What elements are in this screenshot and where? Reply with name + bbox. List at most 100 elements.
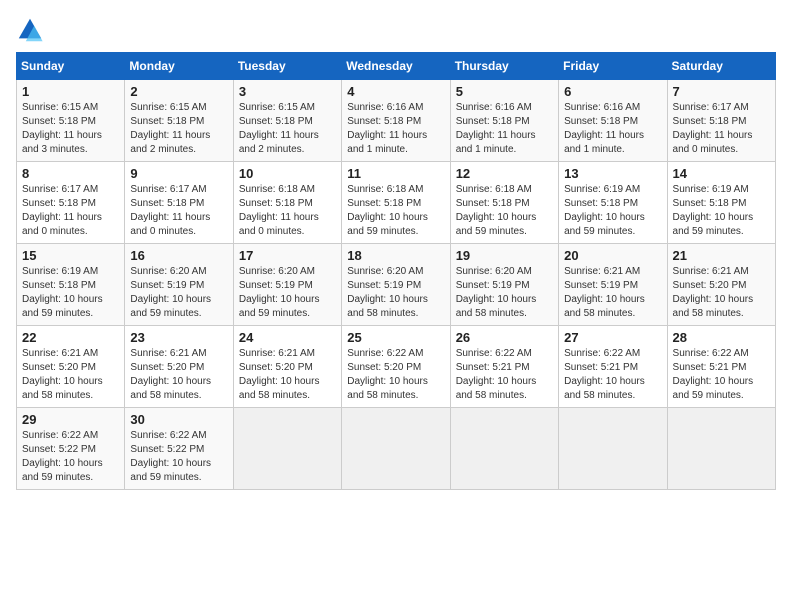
calendar-cell: 16 Sunrise: 6:20 AMSunset: 5:19 PMDayligh… (125, 244, 233, 326)
day-info: Sunrise: 6:19 AMSunset: 5:18 PMDaylight:… (564, 183, 661, 239)
day-number: 24 (239, 330, 336, 345)
day-info: Sunrise: 6:17 AMSunset: 5:18 PMDaylight:… (22, 183, 119, 239)
calendar-cell: 25 Sunrise: 6:22 AMSunset: 5:20 PMDayligh… (342, 326, 450, 408)
day-number: 25 (347, 330, 444, 345)
header-row: Sunday Monday Tuesday Wednesday Thursday… (17, 53, 776, 80)
calendar-cell: 20 Sunrise: 6:21 AMSunset: 5:19 PMDayligh… (559, 244, 667, 326)
col-saturday: Saturday (667, 53, 775, 80)
calendar-cell: 18 Sunrise: 6:20 AMSunset: 5:19 PMDayligh… (342, 244, 450, 326)
calendar-cell: 21Sunrise: 6:21 AMSunset: 5:20 PMDayligh… (667, 244, 775, 326)
day-info: Sunrise: 6:21 AMSunset: 5:20 PMDaylight:… (673, 265, 770, 321)
day-number: 15 (22, 248, 119, 263)
calendar-cell: 22 Sunrise: 6:21 AMSunset: 5:20 PMDayligh… (17, 326, 125, 408)
day-info: Sunrise: 6:15 AMSunset: 5:18 PMDaylight:… (239, 101, 336, 157)
day-info: Sunrise: 6:20 AMSunset: 5:19 PMDaylight:… (239, 265, 336, 321)
day-info: Sunrise: 6:22 AMSunset: 5:20 PMDaylight:… (347, 347, 444, 403)
col-tuesday: Tuesday (233, 53, 341, 80)
calendar-cell (342, 408, 450, 490)
day-number: 28 (673, 330, 770, 345)
calendar-cell: 14 Sunrise: 6:19 AMSunset: 5:18 PMDayligh… (667, 162, 775, 244)
day-number: 30 (130, 412, 227, 427)
day-info: Sunrise: 6:15 AMSunset: 5:18 PMDaylight:… (22, 101, 119, 157)
day-number: 4 (347, 84, 444, 99)
day-info: Sunrise: 6:18 AMSunset: 5:18 PMDaylight:… (456, 183, 553, 239)
day-info: Sunrise: 6:22 AMSunset: 5:22 PMDaylight:… (130, 429, 227, 485)
day-number: 2 (130, 84, 227, 99)
day-info: Sunrise: 6:22 AMSunset: 5:21 PMDaylight:… (673, 347, 770, 403)
day-number: 22 (22, 330, 119, 345)
col-monday: Monday (125, 53, 233, 80)
day-info: Sunrise: 6:22 AMSunset: 5:21 PMDaylight:… (456, 347, 553, 403)
calendar-header: Sunday Monday Tuesday Wednesday Thursday… (17, 53, 776, 80)
day-info: Sunrise: 6:20 AMSunset: 5:19 PMDaylight:… (130, 265, 227, 321)
day-number: 14 (673, 166, 770, 181)
day-number: 6 (564, 84, 661, 99)
calendar-cell: 29Sunrise: 6:22 AMSunset: 5:22 PMDayligh… (17, 408, 125, 490)
calendar-cell (233, 408, 341, 490)
calendar-cell: 6Sunrise: 6:16 AMSunset: 5:18 PMDaylight… (559, 80, 667, 162)
day-info: Sunrise: 6:22 AMSunset: 5:21 PMDaylight:… (564, 347, 661, 403)
header (16, 16, 776, 44)
day-info: Sunrise: 6:19 AMSunset: 5:18 PMDaylight:… (673, 183, 770, 239)
day-info: Sunrise: 6:21 AMSunset: 5:20 PMDaylight:… (130, 347, 227, 403)
day-number: 13 (564, 166, 661, 181)
calendar-cell: 8 Sunrise: 6:17 AMSunset: 5:18 PMDaylight… (17, 162, 125, 244)
calendar-cell: 9 Sunrise: 6:17 AMSunset: 5:18 PMDaylight… (125, 162, 233, 244)
day-info: Sunrise: 6:21 AMSunset: 5:19 PMDaylight:… (564, 265, 661, 321)
day-number: 7 (673, 84, 770, 99)
calendar-cell: 11 Sunrise: 6:18 AMSunset: 5:18 PMDayligh… (342, 162, 450, 244)
day-info: Sunrise: 6:18 AMSunset: 5:18 PMDaylight:… (347, 183, 444, 239)
day-number: 12 (456, 166, 553, 181)
day-info: Sunrise: 6:15 AMSunset: 5:18 PMDaylight:… (130, 101, 227, 157)
col-sunday: Sunday (17, 53, 125, 80)
calendar-cell (667, 408, 775, 490)
calendar-cell: 1Sunrise: 6:15 AMSunset: 5:18 PMDaylight… (17, 80, 125, 162)
day-number: 10 (239, 166, 336, 181)
logo (16, 16, 48, 44)
day-number: 11 (347, 166, 444, 181)
day-number: 16 (130, 248, 227, 263)
day-info: Sunrise: 6:16 AMSunset: 5:18 PMDaylight:… (347, 101, 444, 157)
day-info: Sunrise: 6:20 AMSunset: 5:19 PMDaylight:… (456, 265, 553, 321)
calendar-cell: 30 Sunrise: 6:22 AMSunset: 5:22 PMDayligh… (125, 408, 233, 490)
day-number: 3 (239, 84, 336, 99)
calendar-cell (450, 408, 558, 490)
day-info: Sunrise: 6:17 AMSunset: 5:18 PMDaylight:… (673, 101, 770, 157)
calendar-cell: 24 Sunrise: 6:21 AMSunset: 5:20 PMDayligh… (233, 326, 341, 408)
col-wednesday: Wednesday (342, 53, 450, 80)
calendar-week-row: 8 Sunrise: 6:17 AMSunset: 5:18 PMDaylight… (17, 162, 776, 244)
calendar-cell (559, 408, 667, 490)
calendar-cell: 10 Sunrise: 6:18 AMSunset: 5:18 PMDayligh… (233, 162, 341, 244)
day-info: Sunrise: 6:17 AMSunset: 5:18 PMDaylight:… (130, 183, 227, 239)
calendar-cell: 15Sunrise: 6:19 AMSunset: 5:18 PMDayligh… (17, 244, 125, 326)
logo-icon (16, 16, 44, 44)
day-number: 17 (239, 248, 336, 263)
day-number: 5 (456, 84, 553, 99)
day-info: Sunrise: 6:16 AMSunset: 5:18 PMDaylight:… (456, 101, 553, 157)
calendar-cell: 28 Sunrise: 6:22 AMSunset: 5:21 PMDayligh… (667, 326, 775, 408)
day-number: 26 (456, 330, 553, 345)
col-thursday: Thursday (450, 53, 558, 80)
day-info: Sunrise: 6:20 AMSunset: 5:19 PMDaylight:… (347, 265, 444, 321)
calendar-week-row: 1Sunrise: 6:15 AMSunset: 5:18 PMDaylight… (17, 80, 776, 162)
calendar-week-row: 22 Sunrise: 6:21 AMSunset: 5:20 PMDayligh… (17, 326, 776, 408)
day-info: Sunrise: 6:21 AMSunset: 5:20 PMDaylight:… (239, 347, 336, 403)
day-number: 8 (22, 166, 119, 181)
calendar-cell: 19Sunrise: 6:20 AMSunset: 5:19 PMDayligh… (450, 244, 558, 326)
calendar-cell: 27 Sunrise: 6:22 AMSunset: 5:21 PMDayligh… (559, 326, 667, 408)
day-info: Sunrise: 6:21 AMSunset: 5:20 PMDaylight:… (22, 347, 119, 403)
calendar-table: Sunday Monday Tuesday Wednesday Thursday… (16, 52, 776, 490)
page-container: Sunday Monday Tuesday Wednesday Thursday… (16, 16, 776, 490)
calendar-cell: 12 Sunrise: 6:18 AMSunset: 5:18 PMDayligh… (450, 162, 558, 244)
calendar-week-row: 29Sunrise: 6:22 AMSunset: 5:22 PMDayligh… (17, 408, 776, 490)
day-number: 20 (564, 248, 661, 263)
day-number: 27 (564, 330, 661, 345)
calendar-cell: 4 Sunrise: 6:16 AMSunset: 5:18 PMDaylight… (342, 80, 450, 162)
day-info: Sunrise: 6:18 AMSunset: 5:18 PMDaylight:… (239, 183, 336, 239)
day-number: 18 (347, 248, 444, 263)
calendar-week-row: 15Sunrise: 6:19 AMSunset: 5:18 PMDayligh… (17, 244, 776, 326)
calendar-cell: 26 Sunrise: 6:22 AMSunset: 5:21 PMDayligh… (450, 326, 558, 408)
day-number: 9 (130, 166, 227, 181)
calendar-cell: 7 Sunrise: 6:17 AMSunset: 5:18 PMDaylight… (667, 80, 775, 162)
day-number: 23 (130, 330, 227, 345)
